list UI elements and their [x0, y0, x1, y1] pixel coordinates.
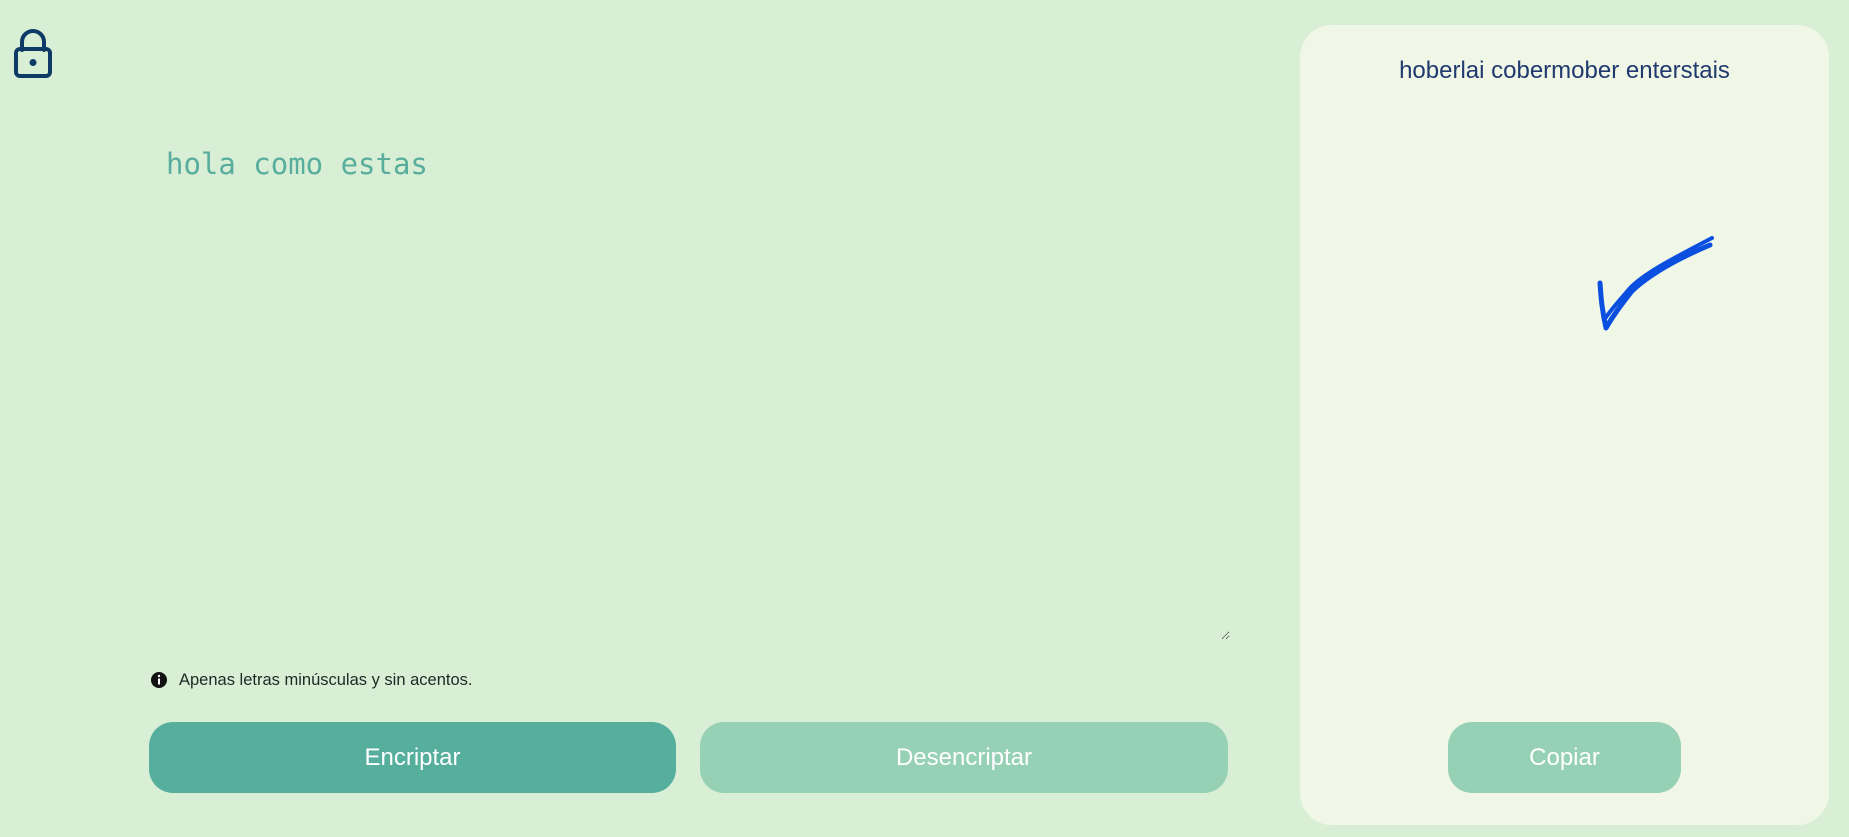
- checkmark-icon: [1592, 228, 1720, 338]
- hint-text: Apenas letras minúsculas y sin acentos.: [179, 670, 473, 689]
- output-panel: hoberlai cobermober enterstais: [1300, 25, 1829, 825]
- decrypt-button[interactable]: Desencriptar: [700, 722, 1228, 793]
- lock-icon: [12, 28, 54, 78]
- encrypt-button[interactable]: Encriptar: [149, 722, 676, 793]
- info-icon: [150, 671, 168, 689]
- copy-button[interactable]: Copiar: [1448, 722, 1681, 793]
- hint: Apenas letras minúsculas y sin acentos.: [150, 670, 472, 690]
- message-input[interactable]: hola como estas: [150, 130, 1230, 640]
- page: hola como estas Apenas letras minúsculas…: [0, 0, 1849, 837]
- output-text: hoberlai cobermober enterstais: [1399, 57, 1730, 84]
